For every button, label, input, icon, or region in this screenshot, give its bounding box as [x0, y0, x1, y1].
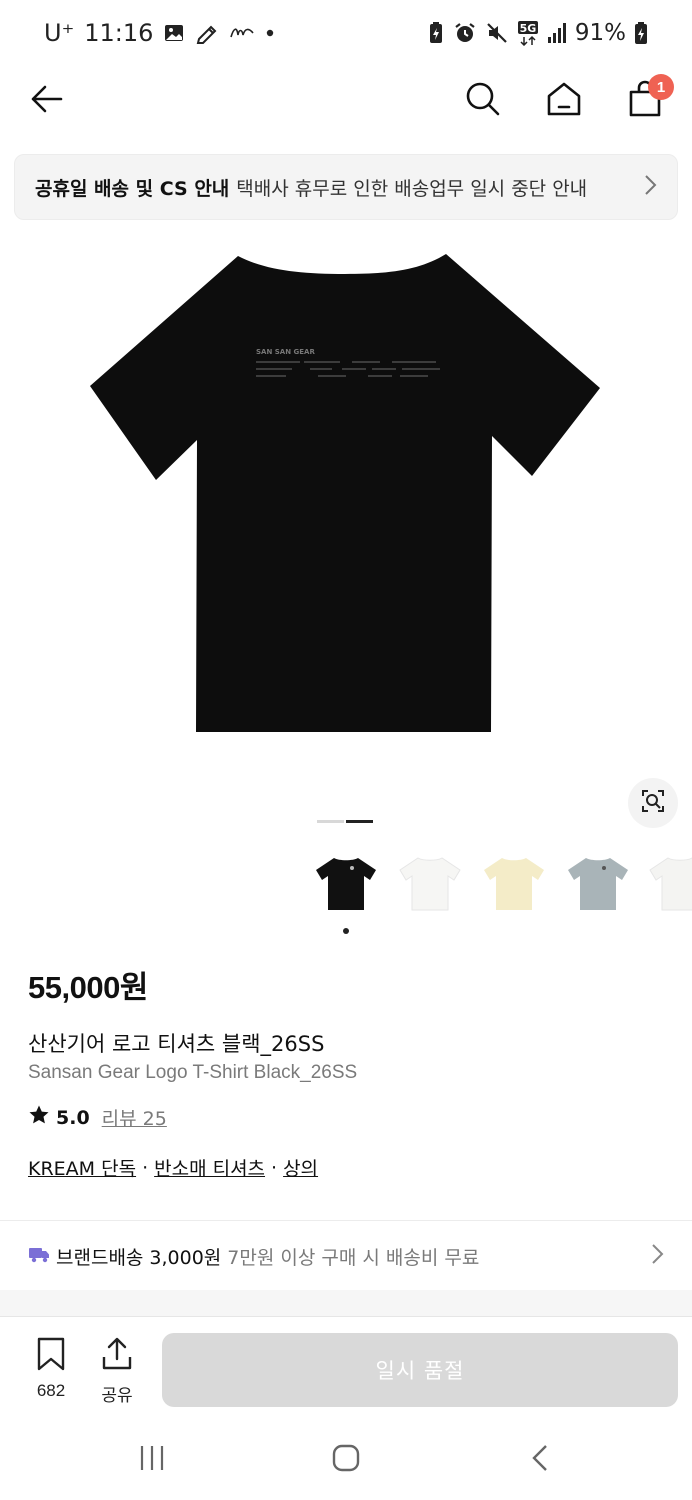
selected-thumb-dot: [343, 928, 349, 934]
app-icon: [229, 23, 255, 43]
product-name-ko: 산산기어 로고 티셔츠 블랙_26SS: [28, 1032, 325, 1056]
cart-button[interactable]: 1: [620, 74, 674, 126]
bookmark-icon: [35, 1337, 67, 1375]
image-search-button[interactable]: [628, 778, 678, 828]
share-button[interactable]: 공유: [92, 1337, 142, 1406]
network-5g-icon: 5G: [517, 20, 539, 46]
image-page-indicator: [317, 820, 373, 823]
svg-text:5G: 5G: [520, 22, 537, 35]
search-icon: [464, 80, 502, 122]
system-nav-bar: [0, 1420, 692, 1500]
chevron-right-icon: [650, 1243, 664, 1270]
thumb-grey[interactable]: [564, 848, 632, 916]
product-image[interactable]: SAN SAN GEAR: [0, 240, 692, 800]
thumb-black[interactable]: [312, 848, 380, 916]
rating-value: 5.0: [56, 1106, 90, 1129]
shipping-info-row[interactable]: 브랜드배송 3,000원 7만원 이상 구매 시 배송비 무료: [0, 1222, 692, 1290]
share-label: 공유: [101, 1386, 133, 1405]
back-button[interactable]: [22, 76, 72, 126]
thumb-white[interactable]: [396, 848, 464, 916]
gallery-icon: [163, 22, 185, 44]
mute-icon: [485, 21, 509, 45]
shipping-price: 3,000원: [149, 1246, 222, 1269]
home-icon: [545, 80, 583, 122]
back-arrow-icon: [29, 81, 65, 121]
status-right: 5G 91%: [427, 20, 648, 46]
category-link[interactable]: 상의: [283, 1154, 318, 1181]
share-icon: [101, 1337, 133, 1375]
bottom-action-bar: 682 공유 일시 품절: [0, 1316, 692, 1420]
cart-count-badge: 1: [648, 74, 674, 100]
search-button[interactable]: [458, 76, 508, 126]
lens-icon: [640, 788, 666, 818]
dot-icon: [265, 28, 275, 38]
carrier-label: U⁺: [44, 19, 75, 47]
signal-icon: [547, 22, 567, 44]
indicator-segment: [346, 820, 373, 823]
next-section-peek: [0, 1290, 692, 1318]
t-shirt-shape: [90, 254, 600, 732]
pen-icon: [195, 22, 219, 44]
status-bar: U⁺ 11:16 5G 91%: [0, 0, 692, 66]
home-button[interactable]: [539, 76, 589, 126]
chevron-right-icon: [643, 174, 657, 201]
recent-apps-button[interactable]: [130, 1440, 174, 1480]
notice-banner[interactable]: 공휴일 배송 및 CS 안내 택배사 휴무로 인한 배송업무 일시 중단 안내: [14, 154, 678, 220]
clock: 11:16: [84, 19, 154, 47]
section-divider: [0, 1220, 692, 1221]
category-link[interactable]: KREAM 단독: [28, 1154, 136, 1181]
thumb-cream[interactable]: [480, 848, 548, 916]
soldout-button[interactable]: 일시 품절: [162, 1333, 678, 1407]
home-nav-button[interactable]: [324, 1440, 368, 1480]
alarm-icon: [453, 21, 477, 45]
notice-text: 택배사 휴무로 인한 배송업무 일시 중단 안내: [236, 177, 588, 200]
star-icon: [28, 1104, 50, 1131]
notice-title: 공휴일 배송 및 CS 안내: [35, 177, 230, 200]
color-thumbnails: [0, 848, 692, 920]
category-row: KREAM 단독 · 반소매 티셔츠 · 상의: [28, 1154, 318, 1181]
indicator-segment: [317, 820, 344, 823]
home-circle-icon: [331, 1443, 361, 1477]
shipping-note: 7만원 이상 구매 시 배송비 무료: [227, 1246, 480, 1269]
back-chevron-icon: [528, 1443, 552, 1477]
shirt-print-text: SAN SAN GEAR: [256, 348, 315, 356]
back-nav-button[interactable]: [518, 1440, 562, 1480]
battery-saver-icon: [427, 21, 445, 45]
battery-percent: 91%: [574, 20, 626, 46]
category-separator: ·: [271, 1156, 278, 1179]
review-link[interactable]: 리뷰 25: [102, 1104, 167, 1131]
thumb-white-2[interactable]: [646, 848, 692, 916]
shipping-label: 브랜드배송: [56, 1246, 144, 1269]
category-link[interactable]: 반소매 티셔츠: [154, 1154, 265, 1181]
status-left: U⁺ 11:16: [44, 19, 275, 47]
rating-row: 5.0 리뷰 25: [28, 1104, 167, 1131]
category-separator: ·: [142, 1156, 149, 1179]
bookmark-button[interactable]: 682: [26, 1337, 76, 1401]
battery-icon: [634, 21, 648, 45]
recents-icon: [137, 1444, 167, 1476]
app-header: 1: [0, 66, 692, 136]
delivery-truck-icon: [28, 1245, 50, 1268]
bookmark-count: 682: [36, 1381, 66, 1400]
product-price: 55,000원: [28, 970, 148, 1005]
product-name-en: Sansan Gear Logo T-Shirt Black_26SS: [28, 1062, 358, 1083]
